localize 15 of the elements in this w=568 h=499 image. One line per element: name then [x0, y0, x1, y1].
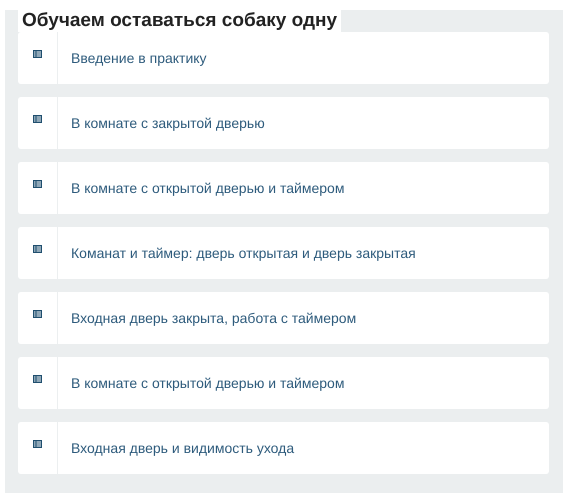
lesson-link[interactable]: Входная дверь закрыта, работа с таймером: [71, 310, 356, 326]
lesson-link[interactable]: Команат и таймер: дверь открытая и дверь закрытая: [71, 245, 416, 261]
lesson-link[interactable]: Входная дверь и видимость ухода: [71, 440, 294, 456]
list-icon: [33, 245, 42, 253]
list-icon: [33, 375, 42, 383]
list-icon: [33, 50, 42, 58]
list-icon: [33, 180, 42, 188]
lesson-link[interactable]: В комнате с закрытой дверью: [71, 115, 265, 131]
list-icon: [33, 440, 42, 448]
lesson-link[interactable]: Введение в практику: [71, 50, 207, 66]
section-title: Обучаем оставаться собаку одну: [18, 10, 342, 32]
list-icon: [33, 310, 42, 318]
list-icon: [33, 115, 42, 123]
lesson-link[interactable]: В комнате с открытой дверью и таймером: [71, 375, 344, 391]
lesson-link[interactable]: В комнате с открытой дверью и таймером: [71, 180, 344, 196]
